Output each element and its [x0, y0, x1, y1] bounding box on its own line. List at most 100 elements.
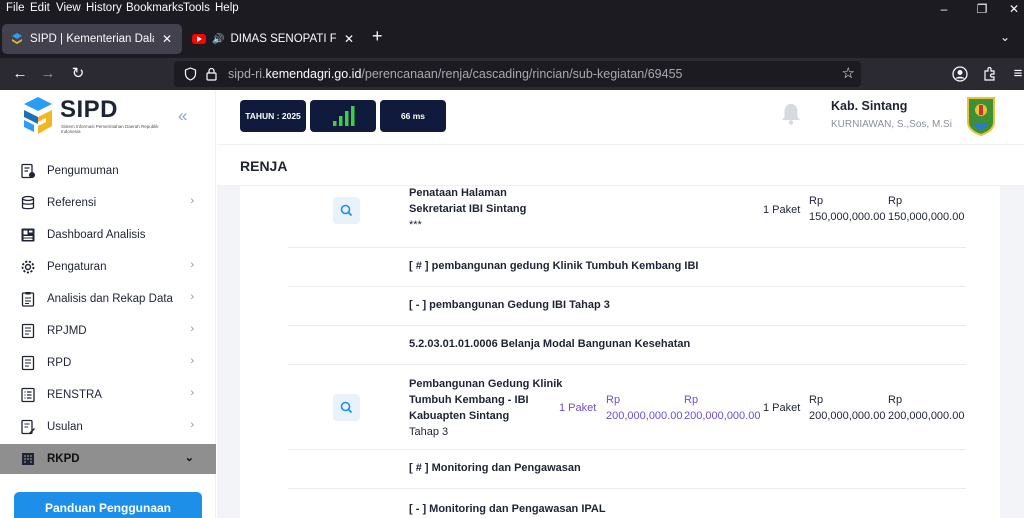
database-icon: [21, 195, 35, 210]
sidebar-item-usulan[interactable]: Usulan ›: [0, 412, 216, 442]
clipboard-icon: [21, 292, 35, 307]
search-detail-button[interactable]: [333, 197, 360, 224]
menu-help[interactable]: Help: [215, 2, 239, 14]
sidebar-item-referensi[interactable]: Referensi ›: [0, 188, 216, 218]
sidebar-item-label: Pengaturan: [47, 261, 107, 273]
item-name-line: Sekretariat IBI Sintang: [409, 203, 527, 215]
menu-history[interactable]: History: [86, 2, 122, 14]
table-row: [ - ] Monitoring dan Pengawasan IPAL: [288, 489, 966, 518]
table-row: [ # ] pembangunan gedung Klinik Tumbuh K…: [288, 248, 966, 287]
minimize-icon[interactable]: –: [930, 0, 958, 18]
tab-youtube[interactable]: 🔊 DIMAS SENOPATI FULL ALBUM ✕: [184, 24, 364, 54]
chevron-right-icon: ›: [190, 419, 194, 431]
signal-badge: [310, 100, 376, 132]
menu-view[interactable]: View: [56, 2, 81, 14]
item-subtext: ***: [409, 219, 422, 231]
menu-bookmarks[interactable]: Bookmarks: [126, 2, 184, 14]
sidebar-item-dashboard-analisis[interactable]: Dashboard Analisis: [0, 220, 216, 250]
url-bar[interactable]: sipd-ri.kemendagri.go.id/perencanaan/ren…: [174, 61, 861, 87]
reload-icon[interactable]: ↻: [68, 64, 88, 84]
close-tab-icon[interactable]: ✕: [160, 32, 174, 46]
menu-bar: File Edit View History Bookmarks Tools H…: [0, 0, 1024, 18]
item-name-line: Penataan Halaman: [409, 187, 507, 199]
youtube-favicon-icon: [192, 34, 206, 44]
close-tab-icon[interactable]: ✕: [342, 32, 356, 46]
close-window-icon[interactable]: ✕: [1000, 0, 1024, 18]
guide-button[interactable]: Panduan Penggunaan: [14, 492, 202, 518]
item-subtext: Tahap 3: [409, 426, 449, 438]
sidebar-item-pengumuman[interactable]: Pengumuman: [0, 156, 216, 186]
url-text[interactable]: sipd-ri.kemendagri.go.id/perencanaan/ren…: [228, 67, 682, 81]
signal-strength-icon: [333, 106, 355, 126]
sidebar-item-label: RPJMD: [47, 325, 87, 337]
item-name-line: Tumbuh Kembang - IBI: [409, 394, 529, 406]
currency-label: Rp: [888, 195, 903, 207]
menu-file[interactable]: File: [6, 2, 25, 14]
content-area: Penataan Halaman Sekretariat IBI Sintang…: [217, 186, 1024, 518]
group-label: [ - ] pembangunan Gedung IBI Tahap 3: [409, 299, 610, 311]
sidebar-item-label: Pengumuman: [47, 165, 119, 177]
group-label: [ # ] Monitoring dan Pengawasan: [409, 462, 581, 474]
table-row: Penataan Halaman Sekretariat IBI Sintang…: [288, 186, 966, 248]
logo-text: SIPD: [60, 96, 119, 123]
collapse-sidebar-icon[interactable]: «: [178, 106, 187, 126]
sidebar-item-label: Usulan: [47, 421, 83, 433]
bookmark-star-icon[interactable]: ☆: [842, 64, 855, 82]
url-domain: kemendagri.go.id: [265, 67, 362, 81]
chevron-down-icon: ⌄: [184, 452, 194, 464]
user-name: KURNIAWAN, S.,Sos, M.Si: [831, 119, 952, 130]
chevron-right-icon: ›: [190, 355, 194, 367]
hamburger-menu-icon[interactable]: ≡: [1008, 64, 1024, 84]
edit-document-icon: [21, 419, 35, 435]
extensions-icon[interactable]: [982, 66, 998, 82]
table-row: 5.2.03.01.01.0006 Belanja Modal Bangunan…: [288, 326, 966, 365]
lock-icon[interactable]: [206, 67, 217, 81]
sub-kegiatan-table: Penataan Halaman Sekretariat IBI Sintang…: [240, 186, 1000, 518]
page-title-bar: RENJA: [217, 144, 1024, 186]
chevron-down-icon[interactable]: ⌄: [1000, 30, 1010, 44]
account-icon[interactable]: [952, 66, 968, 82]
document-icon: [21, 323, 35, 339]
currency-label: Rp: [809, 195, 824, 207]
sidebar-item-rkpd[interactable]: RKPD ⌄: [0, 444, 216, 474]
restore-icon[interactable]: ❐: [968, 0, 996, 18]
amount-value: 200,000,000.00: [809, 410, 886, 422]
currency-label: Rp: [684, 394, 699, 406]
sipd-logo[interactable]: SIPD Sistem Informasi Pemerintahan Daera…: [20, 96, 160, 140]
year-badge[interactable]: TAHUN : 2025: [240, 100, 306, 132]
top-header: TAHUN : 2025 66 ms Kab. Sintang KURNIAWA…: [217, 90, 1024, 144]
page: SIPD Sistem Informasi Pemerintahan Daera…: [0, 90, 1024, 518]
search-icon: [340, 401, 353, 414]
logo-subtitle: Sistem Informasi Pemerintahan Daerah Rep…: [61, 124, 159, 134]
regency-emblem-icon[interactable]: [966, 96, 996, 136]
paket-count: 1 Paket: [559, 402, 597, 414]
tab-sipd[interactable]: SIPD | Kementerian Dalam Negeri ✕: [2, 24, 182, 54]
sidebar-item-rpd[interactable]: RPD ›: [0, 348, 216, 378]
tab-title: SIPD | Kementerian Dalam Negeri: [30, 33, 154, 45]
navigation-bar: ← → ↻ sipd-ri.kemendagri.go.id/perencana…: [0, 58, 1024, 90]
bell-icon[interactable]: [780, 102, 802, 126]
item-name: Pembangunan Gedung Klinik Tumbuh Kembang…: [409, 376, 562, 440]
sidebar-item-analisis-rekap[interactable]: Analisis dan Rekap Data ›: [0, 284, 216, 314]
menu-edit[interactable]: Edit: [30, 2, 50, 14]
shield-icon[interactable]: [184, 67, 197, 81]
amount-value: 150,000,000.00: [809, 211, 886, 223]
speaker-icon[interactable]: 🔊: [212, 34, 224, 45]
amount-cell: Rp 200,000,000.00: [684, 392, 760, 424]
amount-value: 200,000,000.00: [888, 410, 965, 422]
new-tab-icon[interactable]: +: [372, 26, 383, 47]
sidebar-item-pengaturan[interactable]: Pengaturan ›: [0, 252, 216, 282]
table-row: Pembangunan Gedung Klinik Tumbuh Kembang…: [288, 365, 966, 450]
sidebar-item-renstra[interactable]: RENSTRA ›: [0, 380, 216, 410]
menu-tools[interactable]: Tools: [183, 2, 210, 14]
table-row: [ # ] Monitoring dan Pengawasan: [288, 450, 966, 489]
back-icon[interactable]: ←: [10, 64, 30, 84]
announcement-icon: [21, 163, 35, 179]
sidebar-item-rpjmd[interactable]: RPJMD ›: [0, 316, 216, 346]
sipd-favicon-icon: [12, 33, 22, 44]
currency-label: Rp: [809, 394, 824, 406]
forward-icon[interactable]: →: [38, 64, 58, 84]
search-detail-button[interactable]: [333, 394, 360, 421]
chevron-right-icon: ›: [190, 387, 194, 399]
amount-cell: Rp 150,000,000.00: [809, 193, 885, 225]
